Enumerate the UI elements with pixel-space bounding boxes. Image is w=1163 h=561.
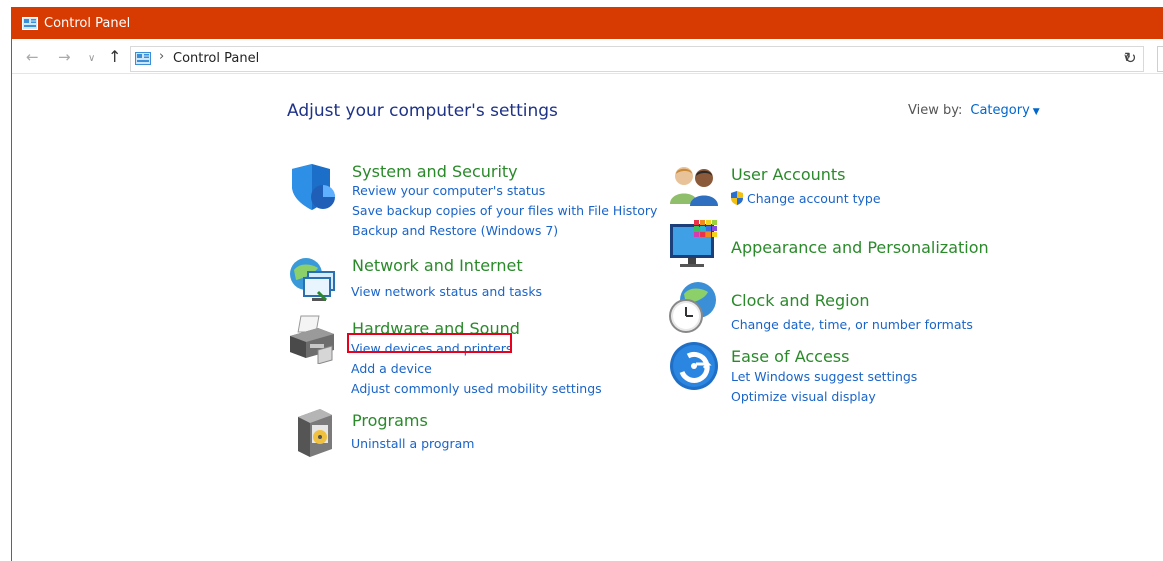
link-change-account-type[interactable]: Change account type	[729, 190, 881, 206]
network-icon[interactable]	[288, 252, 338, 304]
link-uninstall-program[interactable]: Uninstall a program	[351, 436, 474, 451]
users-icon[interactable]	[668, 164, 718, 206]
caret-down-icon[interactable]: ▼	[1033, 107, 1040, 117]
back-arrow-icon[interactable]: ←	[26, 48, 39, 66]
address-bar: ← → ∨ ↑ › Control Panel ∨ ↻	[12, 45, 1163, 74]
programs-icon[interactable]	[294, 405, 334, 457]
highlight-box	[347, 333, 512, 353]
link-optimize-display[interactable]: Optimize visual display	[731, 389, 876, 404]
category-title-user-accounts[interactable]: User Accounts	[731, 165, 846, 184]
up-arrow-icon[interactable]: ↑	[108, 47, 121, 66]
clock-globe-icon[interactable]	[668, 280, 720, 334]
view-by-dropdown[interactable]: Category	[970, 103, 1029, 118]
recent-locations-chevron-icon[interactable]: ∨	[88, 53, 95, 64]
title-bar: Control Panel	[12, 7, 1163, 39]
shield-icon[interactable]	[290, 162, 338, 212]
breadcrumb-control-panel[interactable]: Control Panel	[173, 51, 259, 66]
control-panel-window: Control Panel ← → ∨ ↑ › Control Panel ∨ …	[11, 7, 1163, 561]
link-add-device[interactable]: Add a device	[351, 361, 432, 376]
control-panel-icon	[135, 52, 151, 65]
category-title-programs[interactable]: Programs	[352, 411, 428, 430]
view-by-label: View by:	[908, 103, 963, 118]
window-title: Control Panel	[44, 15, 131, 31]
address-box[interactable]: › Control Panel ∨	[130, 46, 1144, 72]
link-mobility-settings[interactable]: Adjust commonly used mobility settings	[351, 381, 602, 396]
search-input[interactable]	[1157, 46, 1163, 72]
link-file-history[interactable]: Save backup copies of your files with Fi…	[352, 203, 657, 218]
link-backup-restore[interactable]: Backup and Restore (Windows 7)	[352, 223, 558, 238]
link-windows-suggest[interactable]: Let Windows suggest settings	[731, 369, 917, 384]
link-review-status[interactable]: Review your computer's status	[352, 183, 545, 198]
printer-icon[interactable]	[288, 310, 338, 364]
category-title-appearance[interactable]: Appearance and Personalization	[731, 238, 989, 257]
category-title-system-security[interactable]: System and Security	[352, 162, 518, 181]
category-title-network-internet[interactable]: Network and Internet	[352, 256, 523, 275]
control-panel-icon	[22, 16, 38, 30]
link-change-account-type-label: Change account type	[747, 191, 881, 206]
category-title-ease-of-access[interactable]: Ease of Access	[731, 347, 849, 366]
category-title-clock-region[interactable]: Clock and Region	[731, 291, 870, 310]
link-network-status[interactable]: View network status and tasks	[351, 284, 542, 299]
monitor-icon[interactable]	[668, 218, 720, 270]
ease-of-access-icon[interactable]	[668, 342, 720, 394]
page-title: Adjust your computer's settings	[287, 101, 558, 121]
link-date-time-formats[interactable]: Change date, time, or number formats	[731, 317, 973, 332]
refresh-icon[interactable]: ↻	[1124, 49, 1137, 67]
uac-shield-icon	[731, 191, 743, 205]
breadcrumb-separator-icon[interactable]: ›	[159, 49, 164, 64]
forward-arrow-icon[interactable]: →	[58, 48, 71, 66]
view-by: View by: Category ▼	[908, 103, 1040, 118]
